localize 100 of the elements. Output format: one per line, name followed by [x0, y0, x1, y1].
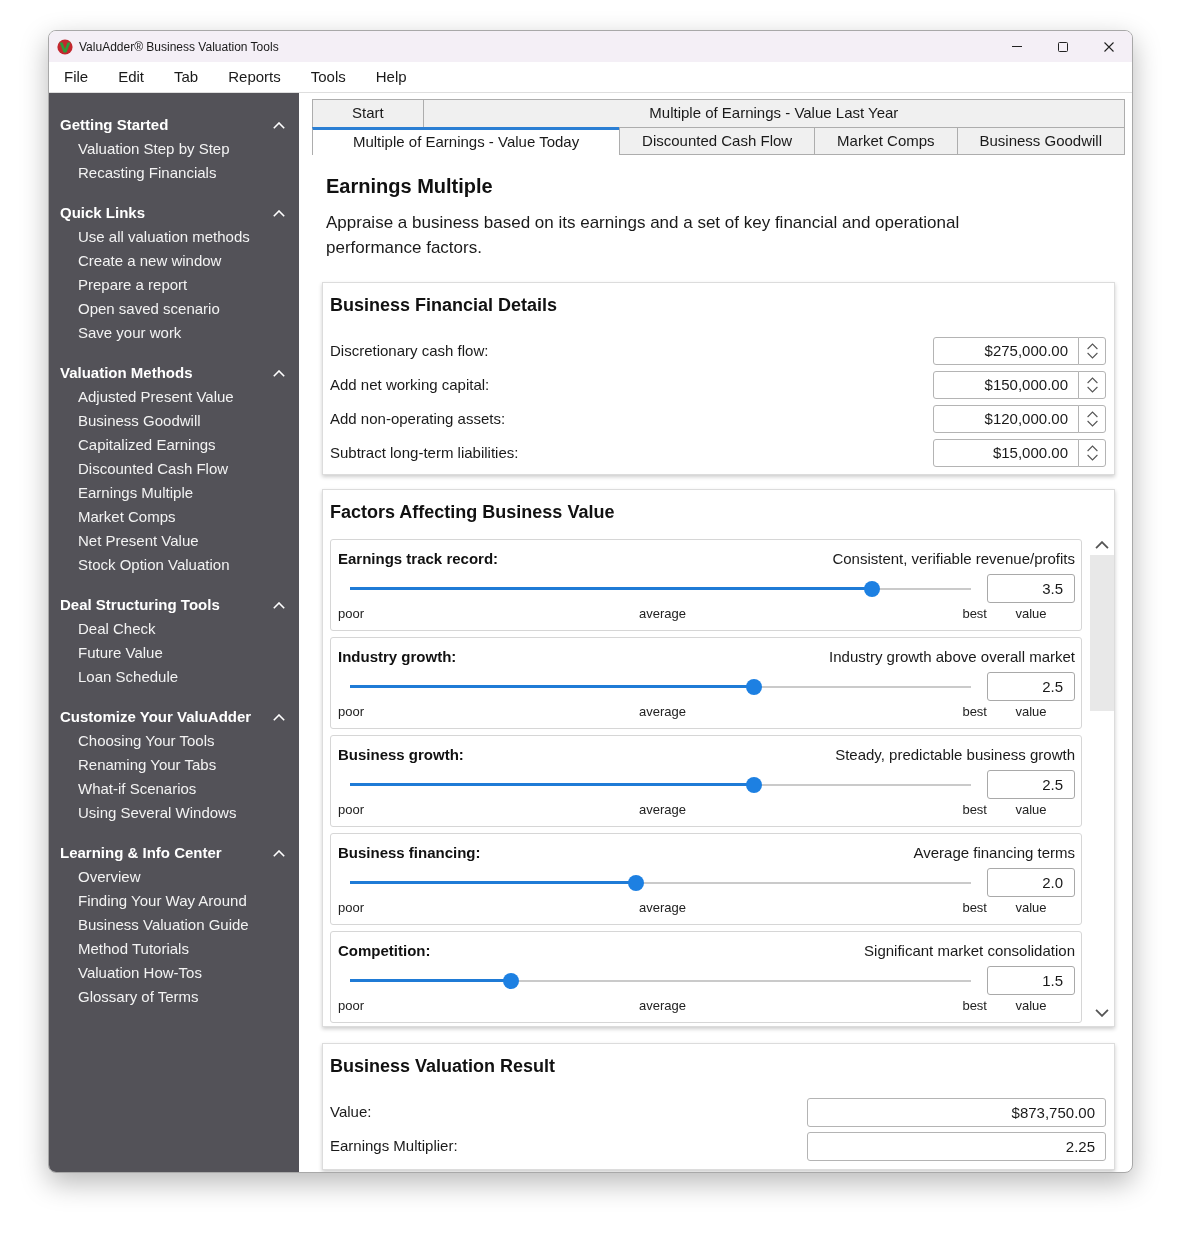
section-heading[interactable]: Learning & Info Center [60, 841, 222, 865]
value-caption: value [1015, 997, 1047, 1016]
value-caption: value [1015, 703, 1047, 722]
value-field[interactable]: 2.5 [987, 672, 1075, 701]
scale-label: best [962, 801, 987, 820]
value-field[interactable]: 1.5 [987, 966, 1075, 995]
field-label: Add non-operating assets: [330, 408, 506, 429]
sidebar-link[interactable]: Renaming Your Tabs [78, 756, 217, 773]
section-heading[interactable]: Customize Your ValuAdder [60, 705, 252, 729]
section-heading[interactable]: Valuation Methods [60, 361, 193, 385]
tab[interactable]: Business Goodwill [956, 127, 1125, 155]
spin-button[interactable] [1078, 405, 1106, 433]
chevron-up-icon[interactable] [273, 601, 285, 609]
panel-title: Business Financial Details [330, 295, 558, 315]
sidebar-link[interactable]: Save your work [78, 324, 182, 341]
close-icon [1104, 41, 1114, 52]
field-label: Subtract long-term liabilities: [330, 442, 519, 463]
amount-field[interactable]: $275,000.00 [933, 337, 1079, 365]
scale-label: poor [338, 899, 365, 918]
sidebar-link[interactable]: Create a new window [78, 252, 222, 269]
value-field[interactable]: 3.5 [987, 574, 1075, 603]
menu-item[interactable]: Reports [213, 62, 296, 92]
slider-track[interactable] [350, 580, 971, 597]
sidebar-link[interactable]: Choosing Your Tools [78, 732, 215, 749]
sidebar-link[interactable]: Deal Check [78, 620, 156, 637]
sidebar-link[interactable]: Using Several Windows [78, 804, 237, 821]
sidebar-link[interactable]: Method Tutorials [78, 940, 189, 957]
chevron-up-icon[interactable] [273, 713, 285, 721]
scroll-thumb[interactable] [1090, 555, 1114, 711]
scale-label: poor [338, 997, 365, 1016]
slider-track[interactable] [350, 874, 971, 891]
sidebar-link[interactable]: What-if Scenarios [78, 780, 197, 797]
spin-button[interactable] [1078, 371, 1106, 399]
amount-field[interactable]: $150,000.00 [933, 371, 1079, 399]
value-field[interactable]: 2.5 [987, 770, 1075, 799]
section-heading[interactable]: Quick Links [60, 201, 146, 225]
section-heading[interactable]: Deal Structuring Tools [60, 593, 220, 617]
sidebar-link[interactable]: Business Valuation Guide [78, 916, 249, 933]
slider-track[interactable] [350, 776, 971, 793]
sidebar-link[interactable]: Business Goodwill [78, 412, 201, 429]
scale-label: average [639, 997, 686, 1016]
sidebar-link[interactable]: Prepare a report [78, 276, 188, 293]
sidebar-link[interactable]: Earnings Multiple [78, 484, 194, 501]
slider-thumb[interactable] [863, 580, 880, 597]
value-field[interactable]: 2.0 [987, 868, 1075, 897]
chevron-up-icon[interactable] [273, 369, 285, 377]
tab[interactable]: Multiple of Earnings - Value Last Year [422, 99, 1125, 128]
scale-label: best [962, 899, 987, 918]
value-caption: value [1015, 801, 1047, 820]
menu-item[interactable]: Help [360, 62, 422, 92]
factor-label: Industry growth: [338, 646, 457, 667]
sidebar-link[interactable]: Loan Schedule [78, 668, 179, 685]
spin-button[interactable] [1078, 337, 1106, 365]
sidebar-link[interactable]: Net Present Value [78, 532, 199, 549]
menu-item[interactable]: Tools [295, 62, 361, 92]
chevron-up-icon [1095, 541, 1109, 549]
chevron-up-icon[interactable] [273, 121, 285, 129]
spin-button[interactable] [1078, 439, 1106, 467]
scale-label: best [962, 605, 987, 624]
amount-field[interactable]: $120,000.00 [933, 405, 1079, 433]
factor-description: Consistent, verifiable revenue/profits [832, 548, 1075, 569]
chevron-up-icon[interactable] [273, 209, 285, 217]
slider-thumb[interactable] [627, 874, 644, 891]
sidebar-link[interactable]: Discounted Cash Flow [78, 460, 229, 477]
sidebar-link[interactable]: Valuation Step by Step [78, 140, 230, 157]
chevron-down-icon [1095, 1009, 1109, 1017]
tab[interactable]: Market Comps [814, 127, 958, 155]
scale-label: average [639, 605, 686, 624]
sidebar-link[interactable]: Future Value [78, 644, 163, 661]
chevron-up-down-icon [1086, 445, 1098, 461]
sidebar-link[interactable]: Glossary of Terms [78, 988, 199, 1005]
sidebar-link[interactable]: Open saved scenario [78, 300, 220, 317]
amount-field[interactable]: $15,000.00 [933, 439, 1079, 467]
tab[interactable]: Discounted Cash Flow [619, 127, 816, 155]
sidebar-link[interactable]: Use all valuation methods [78, 228, 250, 245]
menu-item[interactable]: Edit [103, 62, 160, 92]
result-label: Value: [330, 1102, 372, 1123]
sidebar-link[interactable]: Recasting Financials [78, 164, 217, 181]
slider-thumb[interactable] [745, 678, 762, 695]
menu-item[interactable]: Tab [159, 62, 214, 92]
page-description: Appraise a business based on its earnings and a set of key financial and operational performance factors. [326, 212, 961, 259]
sidebar-link[interactable]: Stock Option Valuation [78, 556, 230, 573]
tab[interactable]: Multiple of Earnings - Value Today [312, 127, 621, 155]
menu-item[interactable]: File [49, 62, 104, 92]
sidebar-link[interactable]: Overview [78, 868, 141, 885]
sidebar-link[interactable]: Valuation How-Tos [78, 964, 202, 981]
sidebar-link[interactable]: Capitalized Earnings [78, 436, 216, 453]
field-label: Discretionary cash flow: [330, 340, 489, 361]
slider-thumb[interactable] [503, 972, 520, 989]
sidebar-link[interactable]: Market Comps [78, 508, 176, 525]
scale-label: poor [338, 801, 365, 820]
window-title: ValuAdder® Business Valuation Tools [79, 38, 279, 56]
sidebar-link[interactable]: Adjusted Present Value [78, 388, 234, 405]
tab[interactable]: Start [312, 99, 424, 128]
slider-thumb[interactable] [745, 776, 762, 793]
sidebar-link[interactable]: Finding Your Way Around [78, 892, 247, 909]
slider-track[interactable] [350, 678, 971, 695]
chevron-up-icon[interactable] [273, 849, 285, 857]
section-heading[interactable]: Getting Started [60, 113, 169, 137]
slider-track[interactable] [350, 972, 971, 989]
